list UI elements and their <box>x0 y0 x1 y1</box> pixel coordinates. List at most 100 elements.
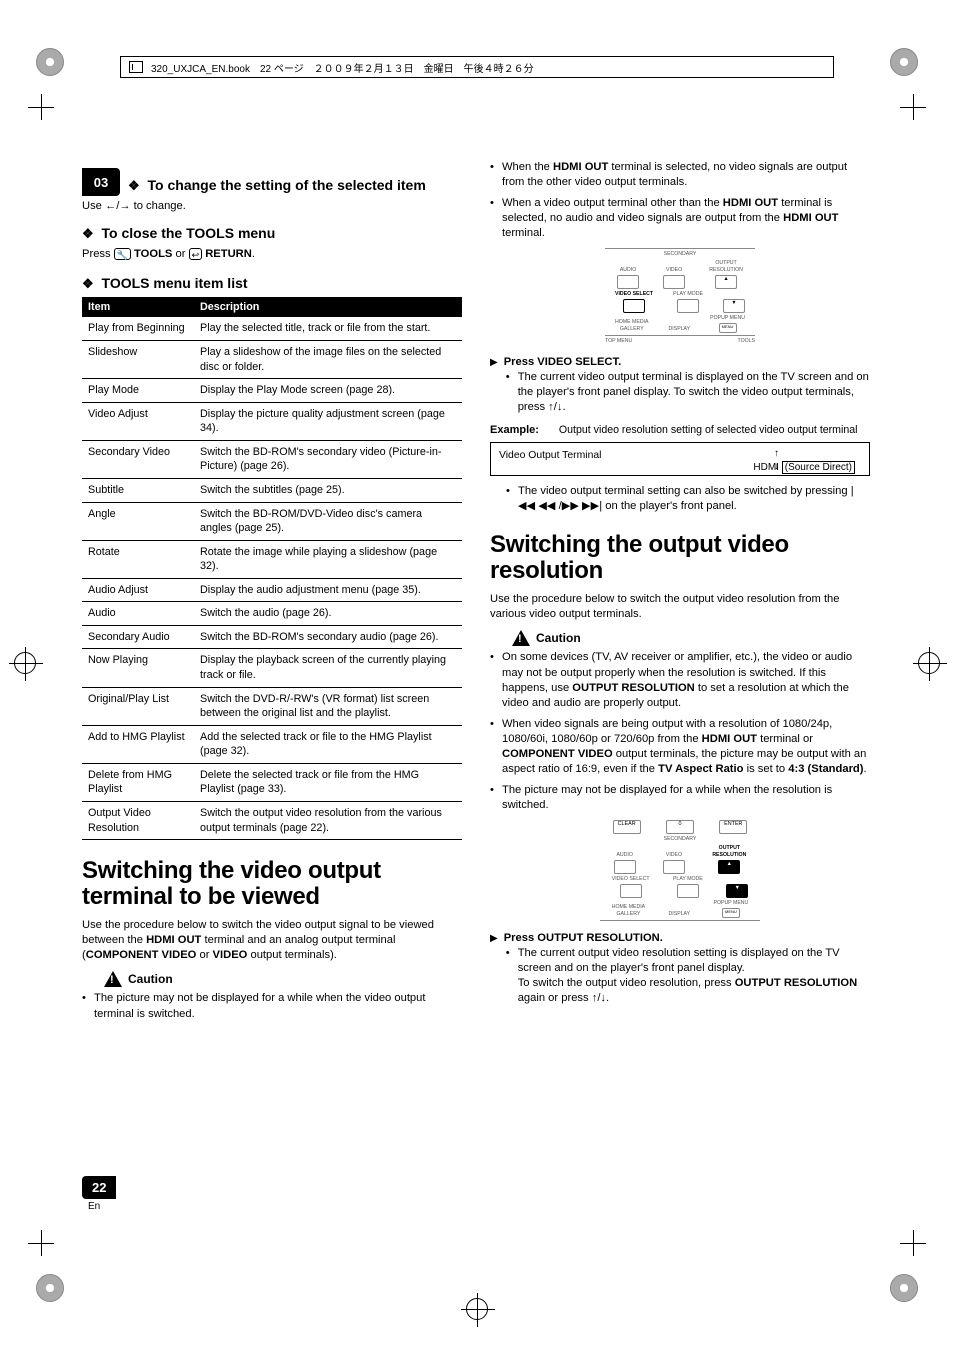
table-cell-item: Audio Adjust <box>82 578 194 602</box>
tools-key-label: TOOLS <box>134 248 172 260</box>
osd-example-box: Video Output Terminal ↑↓ HDMI (Source Di… <box>490 442 870 476</box>
caution-triangle-icon <box>104 971 122 987</box>
switch-terminal-paragraph: Use the procedure below to switch the vi… <box>82 918 462 963</box>
step-heading: Press VIDEO SELECT. <box>504 355 870 370</box>
table-cell-item: Now Playing <box>82 649 194 687</box>
registration-mark-icon <box>918 652 940 674</box>
caution-heading: Caution <box>512 630 870 646</box>
section-title-text: To close the TOOLS menu <box>102 225 276 241</box>
list-item: When a video output terminal other than … <box>490 196 870 241</box>
diamond-icon: ❖ <box>82 276 94 291</box>
return-key-icon: ↩ <box>189 248 203 260</box>
table-cell-item: Play Mode <box>82 379 194 403</box>
table-row: Play from BeginningPlay the selected tit… <box>82 317 462 340</box>
table-cell-desc: Rotate the image while playing a slidesh… <box>194 540 462 578</box>
table-cell-item: Video Adjust <box>82 402 194 440</box>
print-header-bar: 320_UXJCA_EN.book 22 ページ ２００９年２月１３日 金曜日 … <box>120 56 834 78</box>
page-number-block: 22 En <box>82 1176 116 1212</box>
return-key-label: RETURN <box>205 248 252 260</box>
crop-mark-icon <box>28 1230 54 1256</box>
down-key-icon: ▼ <box>723 299 745 313</box>
table-row: Secondary AudioSwitch the BD-ROM's secon… <box>82 625 462 649</box>
section-tools-list: ❖ TOOLS menu item list <box>82 274 462 293</box>
crop-mark-icon <box>28 94 54 120</box>
table-cell-desc: Switch the BD-ROM's secondary video (Pic… <box>194 440 462 478</box>
table-row: Audio AdjustDisplay the audio adjustment… <box>82 578 462 602</box>
crop-mark-icon <box>900 94 926 120</box>
crop-corner-icon <box>36 48 64 76</box>
list-item: The current video output terminal is dis… <box>504 370 870 415</box>
page-language: En <box>88 1201 116 1212</box>
table-cell-item: Original/Play List <box>82 687 194 725</box>
diamond-icon: ❖ <box>82 226 94 241</box>
section-title-text: TOOLS menu item list <box>102 275 248 291</box>
page-number: 22 <box>82 1176 116 1199</box>
crop-mark-icon <box>900 1230 926 1256</box>
osd-terminal-label: Video Output Terminal <box>499 450 601 461</box>
table-cell-item: Secondary Video <box>82 440 194 478</box>
step-heading: Press OUTPUT RESOLUTION. <box>504 931 870 946</box>
diamond-icon: ❖ <box>128 178 140 193</box>
table-row: AudioSwitch the audio (page 26). <box>82 602 462 626</box>
table-cell-desc: Switch the BD-ROM/DVD-Video disc's camer… <box>194 502 462 540</box>
down-key-icon: ▼ <box>726 884 748 898</box>
table-cell-item: Angle <box>82 502 194 540</box>
caution-list-right-top: When the HDMI OUT terminal is selected, … <box>490 160 870 242</box>
table-row: Video AdjustDisplay the picture quality … <box>82 402 462 440</box>
step-press-output-resolution: ▶ Press OUTPUT RESOLUTION. The current o… <box>490 931 870 1011</box>
up-key-icon: ▲ <box>715 275 737 289</box>
table-cell-desc: Switch the DVD-R/-RW's (VR format) list … <box>194 687 462 725</box>
use-arrows-line: Use ←/→ to change. <box>82 199 462 214</box>
table-row: Delete from HMG PlaylistDelete the selec… <box>82 763 462 801</box>
table-cell-item: Secondary Audio <box>82 625 194 649</box>
table-cell-desc: Switch the subtitles (page 25). <box>194 478 462 502</box>
step-note-list: The video output terminal setting can al… <box>504 484 870 514</box>
heading-switch-terminal: Switching the video output terminal to b… <box>82 858 462 910</box>
table-cell-desc: Play the selected title, track or file f… <box>194 317 462 340</box>
press-tools-line: Press 🔧 TOOLS or ↩ RETURN. <box>82 247 462 262</box>
up-down-arrows-icon: ↑/↓ <box>592 992 606 1004</box>
remote-diagram-1: SECONDARY AUDIO VIDEO OUTPUT RESOLUTION▲… <box>605 248 755 345</box>
step-press-video-select: ▶ Press VIDEO SELECT. The current video … <box>490 355 870 419</box>
table-cell-item: Rotate <box>82 540 194 578</box>
caution-heading: Caution <box>104 971 462 987</box>
caution-label: Caution <box>536 630 581 646</box>
table-cell-desc: Switch the BD-ROM's secondary audio (pag… <box>194 625 462 649</box>
table-row: SubtitleSwitch the subtitles (page 25). <box>82 478 462 502</box>
up-down-arrows-icon: ↑/↓ <box>548 401 562 413</box>
table-header-item: Item <box>82 297 194 318</box>
crop-corner-icon <box>890 1274 918 1302</box>
video-select-key <box>623 299 645 313</box>
step-marker-icon: ▶ <box>490 356 498 419</box>
table-header-desc: Description <box>194 297 462 318</box>
book-icon <box>129 61 143 73</box>
example-row: Example: Output video resolution setting… <box>490 423 870 438</box>
switch-resolution-paragraph: Use the procedure below to switch the ou… <box>490 592 870 622</box>
table-cell-item: Play from Beginning <box>82 317 194 340</box>
crop-corner-icon <box>36 1274 64 1302</box>
list-item: The current output video resolution sett… <box>504 946 870 1006</box>
table-cell-item: Slideshow <box>82 341 194 379</box>
caution-label: Caution <box>128 971 173 987</box>
right-column: When the HDMI OUT terminal is selected, … <box>490 160 870 1028</box>
table-cell-item: Subtitle <box>82 478 194 502</box>
table-row: Now PlayingDisplay the playback screen o… <box>82 649 462 687</box>
list-item: The picture may not be displayed for a w… <box>82 991 462 1021</box>
table-cell-desc: Add the selected track or file to the HM… <box>194 725 462 763</box>
section-title-text: To change the setting of the selected it… <box>148 177 426 193</box>
caution-list-resolution: On some devices (TV, AV receiver or ampl… <box>490 650 870 813</box>
list-item: The video output terminal setting can al… <box>504 484 870 514</box>
tools-key-icon: 🔧 <box>114 248 131 260</box>
table-row: Secondary VideoSwitch the BD-ROM's secon… <box>82 440 462 478</box>
caution-list-left: The picture may not be displayed for a w… <box>82 991 462 1021</box>
list-item: The picture may not be displayed for a w… <box>490 783 870 813</box>
table-row: Play ModeDisplay the Play Mode screen (p… <box>82 379 462 403</box>
table-row: SlideshowPlay a slideshow of the image f… <box>82 341 462 379</box>
table-cell-desc: Display the playback screen of the curre… <box>194 649 462 687</box>
table-cell-desc: Display the Play Mode screen (page 28). <box>194 379 462 403</box>
table-cell-desc: Display the picture quality adjustment s… <box>194 402 462 440</box>
list-item: On some devices (TV, AV receiver or ampl… <box>490 650 870 710</box>
example-label: Example: <box>490 423 539 438</box>
table-row: Output Video ResolutionSwitch the output… <box>82 801 462 839</box>
table-cell-item: Add to HMG Playlist <box>82 725 194 763</box>
